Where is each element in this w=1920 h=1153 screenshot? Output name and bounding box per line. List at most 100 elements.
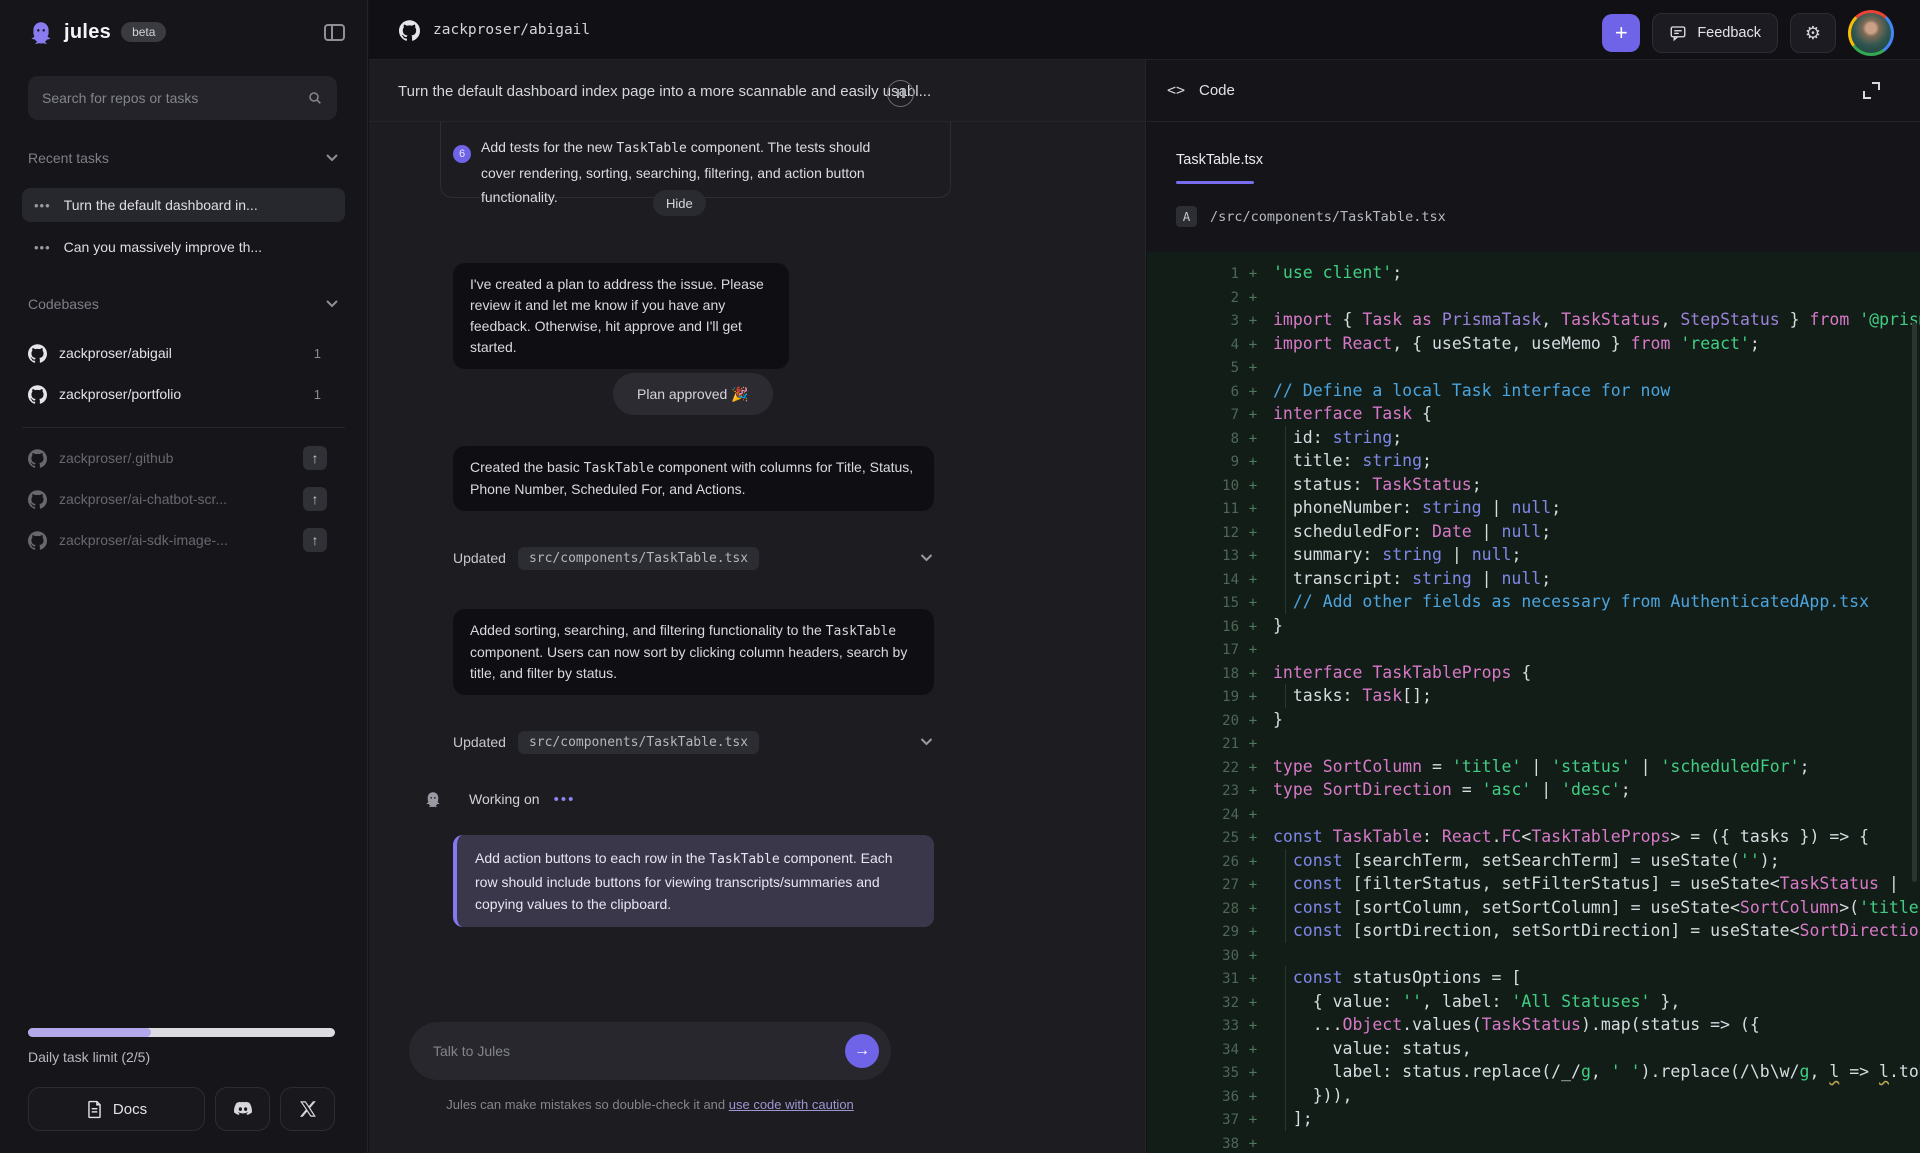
working-ellipsis: ••• (554, 791, 576, 808)
new-task-button[interactable]: + (1602, 14, 1640, 52)
line-number: 30 (1147, 945, 1239, 969)
chevron-down-icon[interactable] (325, 299, 339, 309)
codebase-task-count: 1 (314, 346, 321, 361)
diff-added-marker: + (1239, 921, 1267, 945)
indent-guide (1285, 473, 1286, 497)
code-text: const [sortColumn, setSortColumn] = useS… (1273, 898, 1920, 917)
updated-file-row[interactable]: Updated src/components/TaskTable.tsx (453, 727, 934, 757)
indent-guide (1285, 990, 1286, 1014)
updated-file-chip[interactable]: src/components/TaskTable.tsx (518, 731, 759, 754)
chevron-down-icon[interactable] (919, 553, 934, 563)
expand-corner (1872, 82, 1880, 90)
docs-button-label: Docs (113, 1101, 147, 1118)
updated-label: Updated (453, 734, 506, 750)
settings-button[interactable]: ⚙ (1790, 13, 1836, 53)
updated-file-chip[interactable]: src/components/TaskTable.tsx (518, 547, 759, 570)
search-icon (307, 90, 323, 106)
code-line: 16+} (1147, 614, 1920, 638)
gear-icon: ⚙ (1805, 23, 1821, 44)
diff-added-marker: + (1239, 545, 1267, 569)
scrollbar-thumb[interactable] (1912, 322, 1917, 882)
code-editor[interactable]: 1+'use client';2+3+import { Task as Pris… (1147, 252, 1920, 1153)
sidebar-codebase-item[interactable]: zackproser/portfolio1 (28, 377, 345, 411)
inline-code: TaskTable (826, 624, 896, 639)
chat-input[interactable]: Talk to Jules → (409, 1022, 891, 1080)
upload-arrow-button[interactable]: ↑ (303, 487, 327, 511)
line-number: 7 (1147, 404, 1239, 428)
chat-messages[interactable]: 6 Add tests for the new TaskTable compon… (369, 122, 1145, 1153)
code-line: 29+ const [sortDirection, setSortDirecti… (1147, 919, 1920, 943)
diff-added-marker: + (1239, 569, 1267, 593)
line-number: 16 (1147, 616, 1239, 640)
line-number: 35 (1147, 1062, 1239, 1086)
code-line: 9+ title: string; (1147, 449, 1920, 473)
github-icon (28, 490, 47, 509)
line-number: 37 (1147, 1109, 1239, 1133)
repo-name: zackproser/abigail (433, 22, 590, 38)
hide-button[interactable]: Hide (653, 190, 706, 216)
discord-button[interactable] (215, 1087, 270, 1131)
indent-guide (1285, 567, 1286, 591)
docs-button[interactable]: Docs (28, 1087, 205, 1131)
diff-added-marker: + (1239, 780, 1267, 804)
search-input[interactable]: Search for repos or tasks (28, 76, 337, 120)
code-text: } (1273, 616, 1283, 635)
sidebar-task-item[interactable]: •••Can you massively improve th... (22, 230, 345, 264)
code-line: 25+const TaskTable: React.FC<TaskTablePr… (1147, 825, 1920, 849)
indent-guide (1285, 849, 1286, 873)
chevron-down-icon[interactable] (919, 737, 934, 747)
code-line: 6+// Define a local Task interface for n… (1147, 379, 1920, 403)
code-line: 36+ })), (1147, 1084, 1920, 1108)
sidebar-codebase-item-inactive[interactable]: zackproser/ai-chatbot-scr...↑ (28, 482, 345, 516)
upload-arrow-button[interactable]: ↑ (303, 446, 327, 470)
indent-guide (1285, 1107, 1286, 1131)
diff-added-marker: + (1239, 357, 1267, 381)
avatar-photo (1851, 13, 1891, 53)
repo-breadcrumb[interactable]: zackproser/abigail (399, 0, 590, 60)
sidebar-codebase-item-inactive[interactable]: zackproser/.github↑ (28, 441, 345, 475)
caution-link[interactable]: use code with caution (729, 1097, 854, 1112)
user-avatar[interactable] (1848, 10, 1894, 56)
diff-added-marker: + (1239, 945, 1267, 969)
code-line: 23+type SortDirection = 'asc' | 'desc'; (1147, 778, 1920, 802)
chevron-down-icon[interactable] (325, 153, 339, 163)
line-number: 21 (1147, 733, 1239, 757)
diff-added-marker: + (1239, 616, 1267, 640)
indent-guide (1285, 1084, 1286, 1108)
send-button[interactable]: → (845, 1034, 879, 1068)
code-text: const [sortDirection, setSortDirection] … (1273, 921, 1920, 940)
file-path: /src/components/TaskTable.tsx (1210, 209, 1446, 225)
code-text: ]; (1273, 1109, 1313, 1128)
agent-message: I've created a plan to address the issue… (453, 263, 789, 369)
code-line: 11+ phoneNumber: string | null; (1147, 496, 1920, 520)
task-item-label: Turn the default dashboard in... (64, 197, 258, 213)
tab-tasktable[interactable]: TaskTable.tsx (1176, 152, 1263, 168)
x-twitter-button[interactable] (280, 1087, 335, 1131)
logo-row: jules beta (28, 14, 345, 50)
code-line: 27+ const [filterStatus, setFilterStatus… (1147, 872, 1920, 896)
indent-guide (1285, 896, 1286, 920)
line-number: 14 (1147, 569, 1239, 593)
upload-arrow-button[interactable]: ↑ (303, 528, 327, 552)
sidebar-collapse-icon[interactable] (324, 24, 345, 41)
pause-button[interactable] (887, 80, 914, 107)
line-number: 4 (1147, 334, 1239, 358)
feedback-icon (1669, 24, 1687, 42)
app-name: jules (64, 21, 111, 44)
updated-file-row[interactable]: Updated src/components/TaskTable.tsx (453, 543, 934, 573)
code-text: phoneNumber: string | null; (1273, 498, 1561, 517)
sidebar-codebase-item[interactable]: zackproser/abigail1 (28, 336, 345, 370)
code-line: 35+ label: status.replace(/_/g, ' ').rep… (1147, 1060, 1920, 1084)
codebases-heading: Codebases (28, 296, 99, 312)
code-text: type SortColumn = 'title' | 'status' | '… (1273, 757, 1810, 776)
code-line: 24+ (1147, 802, 1920, 826)
indent-guide (1285, 426, 1286, 450)
diff-added-marker: + (1239, 686, 1267, 710)
sidebar-task-item[interactable]: •••Turn the default dashboard in... (22, 188, 345, 222)
line-number: 23 (1147, 780, 1239, 804)
code-line: 4+import React, { useState, useMemo } fr… (1147, 332, 1920, 356)
expand-icon[interactable] (1863, 82, 1880, 99)
feedback-button[interactable]: Feedback (1652, 13, 1778, 53)
sidebar-codebase-item-inactive[interactable]: zackproser/ai-sdk-image-...↑ (28, 523, 345, 557)
updated-label: Updated (453, 550, 506, 566)
